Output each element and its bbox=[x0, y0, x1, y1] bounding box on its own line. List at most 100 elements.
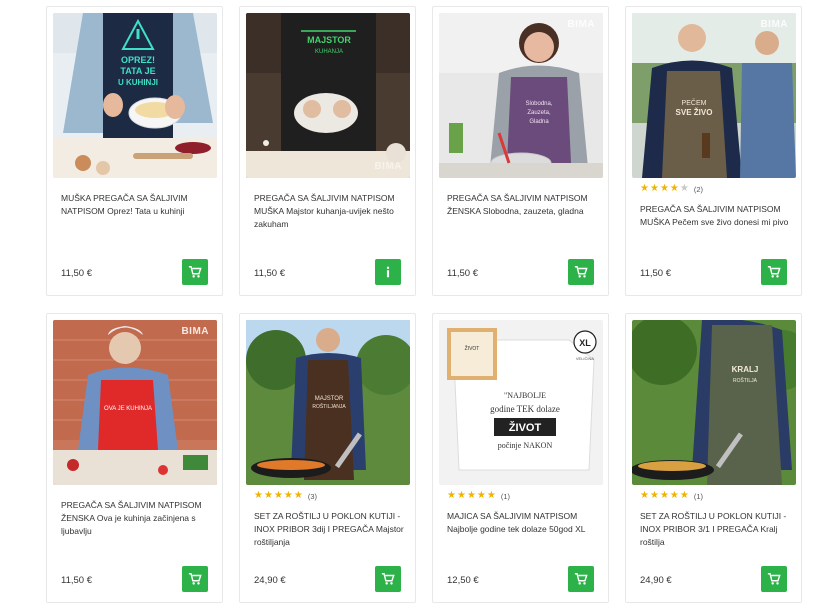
svg-text:ŽIVOT: ŽIVOT bbox=[465, 344, 480, 352]
review-count: (2) bbox=[693, 184, 704, 194]
product-card[interactable]: ŽIVOT XL VELIČINA "NAJBOLJE godine TEK d… bbox=[432, 313, 609, 603]
product-card[interactable]: MAJSTOR ROŠTILJANJA ★ ★ ★ ★ ★ (3) SET ZA ROŠ… bbox=[239, 313, 416, 603]
star-icon: ★ bbox=[466, 490, 476, 501]
product-price: 12,50 € bbox=[447, 575, 479, 586]
svg-text:MAJSTOR: MAJSTOR bbox=[315, 396, 344, 402]
product-card[interactable]: Slobodna, Zauzeta, Gladna BIMA PREGAČA S… bbox=[432, 6, 609, 296]
size-label: VELIČINA bbox=[576, 356, 595, 361]
product-price: 11,50 € bbox=[447, 268, 478, 279]
watermark: BIMA bbox=[567, 19, 595, 30]
star-icon: ★ bbox=[273, 490, 283, 501]
review-count: (3) bbox=[307, 491, 318, 501]
product-card[interactable]: PEČEM SVE ŽIVO BIMA ★ ★ ★ ★ ★ (2) PREGAČA SA… bbox=[625, 6, 802, 296]
star-icon: ★ bbox=[486, 490, 496, 501]
watermark: BIMA bbox=[181, 326, 209, 337]
product-price: 24,90 € bbox=[254, 575, 286, 586]
cart-icon bbox=[574, 266, 588, 278]
product-price: 11,50 € bbox=[254, 268, 285, 279]
svg-text:Slobodna,: Slobodna, bbox=[525, 101, 552, 107]
cart-icon bbox=[574, 573, 588, 585]
star-icon: ★ bbox=[456, 490, 466, 501]
add-to-cart-button[interactable] bbox=[568, 566, 594, 592]
svg-text:počinje NAKON: počinje NAKON bbox=[498, 441, 553, 450]
product-title[interactable]: PREGAČA SA ŠALJIVIM NATPISOM ŽENSKA Slob… bbox=[447, 192, 598, 218]
cart-icon bbox=[188, 573, 202, 585]
watermark: BIMA bbox=[374, 161, 402, 172]
product-card[interactable]: OPREZ! TATA JE U KUHINJI MUŠKA PREGAČA S… bbox=[46, 6, 223, 296]
star-icon: ★ bbox=[263, 490, 273, 501]
product-title[interactable]: SET ZA ROŠTILJ U POKLON KUTIJI - INOX PR… bbox=[254, 510, 405, 549]
star-icon: ★ bbox=[659, 183, 669, 194]
product-image[interactable]: KRALJ ROŠTILJA bbox=[632, 320, 796, 485]
product-image[interactable]: MAJSTOR KUHANJA BIMA bbox=[246, 13, 410, 178]
review-count: (1) bbox=[693, 491, 704, 501]
svg-text:ROŠTILJANJA: ROŠTILJANJA bbox=[312, 403, 346, 410]
star-icon: ★ bbox=[476, 490, 486, 501]
star-icon: ★ bbox=[649, 490, 659, 501]
star-icon: ★ bbox=[679, 183, 689, 194]
product-card[interactable]: KRALJ ROŠTILJA ★ ★ ★ ★ ★ (1) SET ZA ROŠTILJ … bbox=[625, 313, 802, 603]
star-icon: ★ bbox=[649, 183, 659, 194]
review-count: (1) bbox=[500, 491, 511, 501]
cart-icon bbox=[381, 573, 395, 585]
product-price: 24,90 € bbox=[640, 575, 672, 586]
product-title[interactable]: MAJICA SA ŠALJIVIM NATPISOM Najbolje god… bbox=[447, 510, 598, 536]
svg-text:KUHANJA: KUHANJA bbox=[315, 49, 343, 55]
svg-text:Zauzeta,: Zauzeta, bbox=[527, 110, 551, 116]
product-image[interactable]: ŽIVOT XL VELIČINA "NAJBOLJE godine TEK d… bbox=[439, 320, 603, 485]
product-title[interactable]: MUŠKA PREGAČA SA ŠALJIVIM NATPISOM Oprez… bbox=[61, 192, 212, 218]
star-icon: ★ bbox=[283, 490, 293, 501]
add-to-cart-button[interactable] bbox=[182, 259, 208, 285]
svg-text:U KUHINJI: U KUHINJI bbox=[118, 78, 158, 87]
product-card[interactable]: OVA JE KUHINJA BIMA PREGAČA SA ŠALJIVIM … bbox=[46, 313, 223, 603]
star-rating: ★ ★ ★ ★ ★ (1) bbox=[640, 490, 703, 502]
svg-text:OVA JE KUHINJA: OVA JE KUHINJA bbox=[104, 406, 152, 412]
product-title[interactable]: PREGAČA SA ŠALJIVIM NATPISOM MUŠKA Pečem… bbox=[640, 203, 791, 229]
star-icon: ★ bbox=[640, 183, 649, 194]
add-to-cart-button[interactable] bbox=[182, 566, 208, 592]
product-price: 11,50 € bbox=[61, 575, 92, 586]
product-image[interactable]: OVA JE KUHINJA BIMA bbox=[53, 320, 217, 485]
product-image[interactable]: OPREZ! TATA JE U KUHINJI bbox=[53, 13, 217, 178]
svg-text:Gladna: Gladna bbox=[529, 119, 549, 125]
product-title[interactable]: SET ZA ROŠTILJ U POKLON KUTIJI - INOX PR… bbox=[640, 510, 791, 549]
star-icon: ★ bbox=[679, 490, 689, 501]
product-image[interactable]: MAJSTOR ROŠTILJANJA bbox=[246, 320, 410, 485]
svg-text:ROŠTILJA: ROŠTILJA bbox=[733, 377, 758, 384]
svg-text:SVE ŽIVO: SVE ŽIVO bbox=[676, 108, 713, 117]
cart-icon bbox=[188, 266, 202, 278]
svg-text:KRALJ: KRALJ bbox=[732, 365, 759, 374]
star-icon: ★ bbox=[669, 490, 679, 501]
product-price: 11,50 € bbox=[61, 268, 92, 279]
svg-text:PEČEM: PEČEM bbox=[682, 98, 707, 107]
product-title[interactable]: PREGAČA SA ŠALJIVIM NATPISOM MUŠKA Majst… bbox=[254, 192, 405, 231]
add-to-cart-button[interactable] bbox=[761, 259, 787, 285]
watermark: BIMA bbox=[760, 19, 788, 30]
star-rating: ★ ★ ★ ★ ★ (3) bbox=[254, 490, 317, 502]
star-icon: ★ bbox=[640, 490, 649, 501]
star-rating: ★ ★ ★ ★ ★ (2) bbox=[640, 183, 703, 195]
cart-icon bbox=[767, 266, 781, 278]
product-image[interactable]: Slobodna, Zauzeta, Gladna BIMA bbox=[439, 13, 603, 178]
cart-icon bbox=[767, 573, 781, 585]
svg-text:OPREZ!: OPREZ! bbox=[121, 55, 155, 65]
svg-text:ŽIVOT: ŽIVOT bbox=[509, 421, 542, 434]
product-price: 11,50 € bbox=[640, 268, 671, 279]
svg-text:godine TEK dolaze: godine TEK dolaze bbox=[490, 404, 560, 414]
product-card[interactable]: MAJSTOR KUHANJA BIMA PREGAČA SA ŠALJIVIM… bbox=[239, 6, 416, 296]
star-icon: ★ bbox=[254, 490, 263, 501]
svg-text:"NAJBOLJE: "NAJBOLJE bbox=[504, 391, 546, 400]
add-to-cart-button[interactable] bbox=[761, 566, 787, 592]
add-to-cart-button[interactable] bbox=[375, 566, 401, 592]
size-badge: XL bbox=[579, 338, 591, 348]
star-icon: ★ bbox=[447, 490, 456, 501]
product-image[interactable]: PEČEM SVE ŽIVO BIMA bbox=[632, 13, 796, 178]
product-title[interactable]: PREGAČA SA ŠALJIVIM NATPISOM ŽENSKA Ova … bbox=[61, 499, 212, 538]
star-icon: ★ bbox=[659, 490, 669, 501]
star-icon: ★ bbox=[669, 183, 679, 194]
star-rating: ★ ★ ★ ★ ★ (1) bbox=[447, 490, 510, 502]
add-to-cart-button[interactable] bbox=[568, 259, 594, 285]
details-button[interactable] bbox=[375, 259, 401, 285]
star-icon: ★ bbox=[293, 490, 303, 501]
svg-text:TATA JE: TATA JE bbox=[120, 66, 155, 76]
